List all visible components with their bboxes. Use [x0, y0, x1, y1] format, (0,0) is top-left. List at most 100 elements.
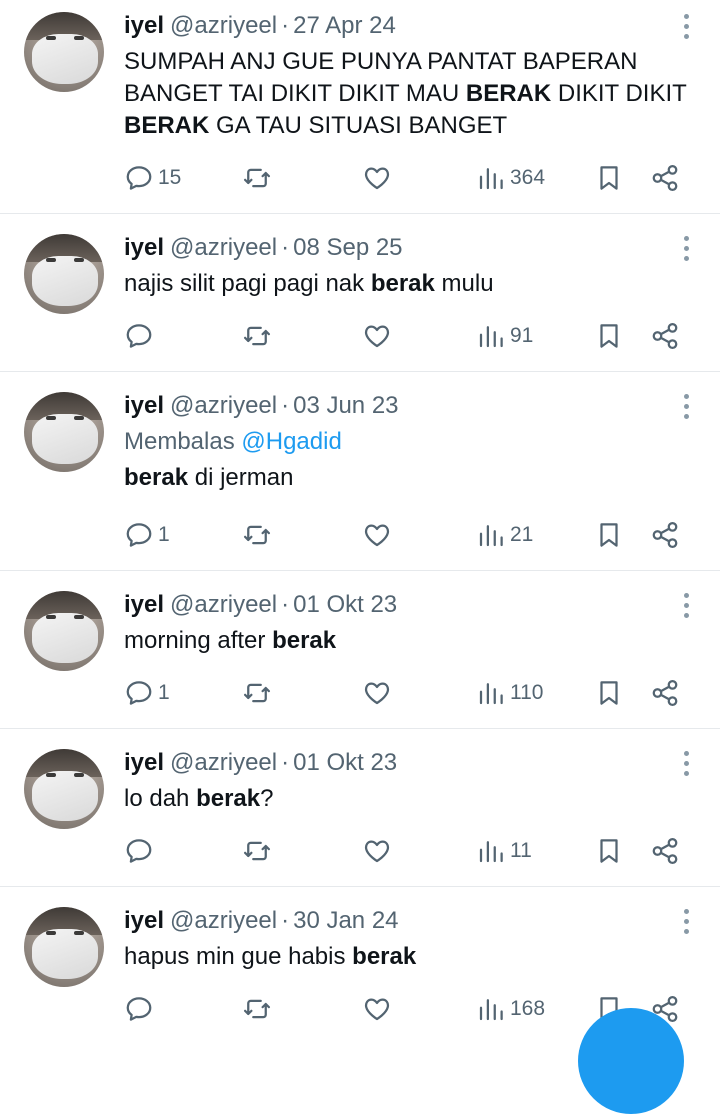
- like-button[interactable]: [362, 673, 392, 713]
- tweet-date[interactable]: 01 Okt 23: [293, 591, 397, 618]
- reply-button[interactable]: 1: [124, 515, 170, 555]
- share-button[interactable]: [650, 515, 680, 555]
- tweet[interactable]: iyel @azriyeel · 08 Sep 25 najis silit pagi…: [0, 214, 720, 372]
- bookmark-icon: [600, 839, 618, 863]
- more-vertical-icon[interactable]: [684, 909, 690, 935]
- author-name[interactable]: iyel: [124, 907, 164, 934]
- tweet-text: hapus min gue habis berak: [124, 943, 417, 970]
- author-name[interactable]: iyel: [124, 591, 164, 618]
- tweet-text: najis silit pagi pagi nak berak mulu: [124, 270, 494, 297]
- author-handle[interactable]: @azriyeel: [170, 392, 277, 419]
- tweet[interactable]: iyel @azriyeel · 01 Okt 23 morning after be…: [0, 571, 720, 729]
- retweet-button[interactable]: [242, 515, 272, 555]
- author-name[interactable]: iyel: [124, 234, 164, 261]
- replying-to: Membalas @Hgadid: [124, 428, 342, 455]
- reply-count: 1: [158, 523, 170, 546]
- views-button[interactable]: 11: [476, 831, 532, 871]
- author-handle[interactable]: @azriyeel: [170, 12, 277, 39]
- avatar[interactable]: [24, 907, 104, 987]
- heart-icon: [364, 682, 390, 705]
- more-vertical-icon[interactable]: [684, 394, 690, 420]
- compose-button[interactable]: [578, 1008, 684, 1114]
- views-button[interactable]: 91: [476, 316, 533, 356]
- share-button[interactable]: [650, 316, 680, 356]
- avatar[interactable]: [24, 591, 104, 671]
- share-button[interactable]: [650, 158, 680, 198]
- reply-button[interactable]: 15: [124, 158, 181, 198]
- more-vertical-icon[interactable]: [684, 14, 690, 40]
- avatar[interactable]: [24, 749, 104, 829]
- more-vertical-icon[interactable]: [684, 593, 690, 619]
- tweet-date[interactable]: 30 Jan 24: [293, 907, 398, 934]
- heart-icon: [364, 840, 390, 863]
- tweet[interactable]: iyel @azriyeel · 27 Apr 24 SUMPAH ANJ GUE P…: [0, 0, 720, 214]
- bookmark-icon: [600, 523, 618, 547]
- mention-link[interactable]: @Hgadid: [241, 428, 341, 455]
- views-button[interactable]: 364: [476, 158, 545, 198]
- reply-icon: [126, 681, 152, 705]
- views-icon: [479, 326, 503, 348]
- bookmark-button[interactable]: [594, 158, 624, 198]
- reply-count: 15: [158, 166, 182, 189]
- retweet-icon: [244, 525, 270, 545]
- tweet[interactable]: iyel @azriyeel · 01 Okt 23 lo dah berak? 11: [0, 729, 720, 887]
- retweet-button[interactable]: [242, 673, 272, 713]
- retweet-button[interactable]: [242, 158, 272, 198]
- more-vertical-icon[interactable]: [684, 236, 690, 262]
- tweet-date[interactable]: 03 Jun 23: [293, 392, 398, 419]
- avatar[interactable]: [24, 234, 104, 314]
- author-handle[interactable]: @azriyeel: [170, 591, 277, 618]
- tweet-date[interactable]: 27 Apr 24: [293, 12, 396, 39]
- reply-button[interactable]: [124, 989, 158, 1029]
- avatar[interactable]: [24, 12, 104, 92]
- share-icon: [652, 323, 678, 349]
- views-button[interactable]: 21: [476, 515, 533, 555]
- share-button[interactable]: [650, 673, 680, 713]
- views-icon: [479, 841, 503, 863]
- author-name[interactable]: iyel: [124, 749, 164, 776]
- tweet[interactable]: iyel @azriyeel · 03 Jun 23 Membalas @Hgadid…: [0, 372, 720, 571]
- author-handle[interactable]: @azriyeel: [170, 749, 277, 776]
- bookmark-icon: [600, 166, 618, 190]
- tweet-date[interactable]: 01 Okt 23: [293, 749, 397, 776]
- reply-count: 1: [158, 681, 170, 704]
- tweet-text: berak di jerman: [124, 464, 294, 491]
- like-button[interactable]: [362, 316, 392, 356]
- views-count: 110: [510, 681, 544, 704]
- bookmark-button[interactable]: [594, 515, 624, 555]
- like-button[interactable]: [362, 831, 392, 871]
- author-name[interactable]: iyel: [124, 392, 164, 419]
- separator: ·: [281, 12, 290, 39]
- separator: ·: [281, 749, 290, 776]
- like-button[interactable]: [362, 989, 392, 1029]
- bookmark-button[interactable]: [594, 673, 624, 713]
- views-button[interactable]: 168: [476, 989, 545, 1029]
- views-button[interactable]: 110: [476, 673, 543, 713]
- like-button[interactable]: [362, 515, 392, 555]
- retweet-button[interactable]: [242, 989, 272, 1029]
- share-button[interactable]: [650, 831, 680, 871]
- views-count: 168: [510, 997, 546, 1020]
- tweet-date[interactable]: 08 Sep 25: [293, 234, 402, 261]
- views-count: 364: [510, 166, 546, 189]
- reply-icon: [126, 166, 152, 190]
- like-button[interactable]: [362, 158, 392, 198]
- reply-icon: [126, 324, 152, 348]
- retweet-icon: [244, 999, 270, 1019]
- more-vertical-icon[interactable]: [684, 751, 690, 777]
- reply-button[interactable]: [124, 316, 158, 356]
- reply-button[interactable]: 1: [124, 673, 170, 713]
- bookmark-button[interactable]: [594, 316, 624, 356]
- retweet-icon: [244, 168, 270, 188]
- reply-button[interactable]: [124, 831, 158, 871]
- share-icon: [652, 680, 678, 706]
- author-name[interactable]: iyel: [124, 12, 164, 39]
- tweet-text: lo dah berak?: [124, 785, 274, 812]
- avatar[interactable]: [24, 392, 104, 472]
- bookmark-button[interactable]: [594, 831, 624, 871]
- retweet-button[interactable]: [242, 316, 272, 356]
- retweet-button[interactable]: [242, 831, 272, 871]
- separator: ·: [281, 392, 290, 419]
- author-handle[interactable]: @azriyeel: [170, 234, 277, 261]
- author-handle[interactable]: @azriyeel: [170, 907, 277, 934]
